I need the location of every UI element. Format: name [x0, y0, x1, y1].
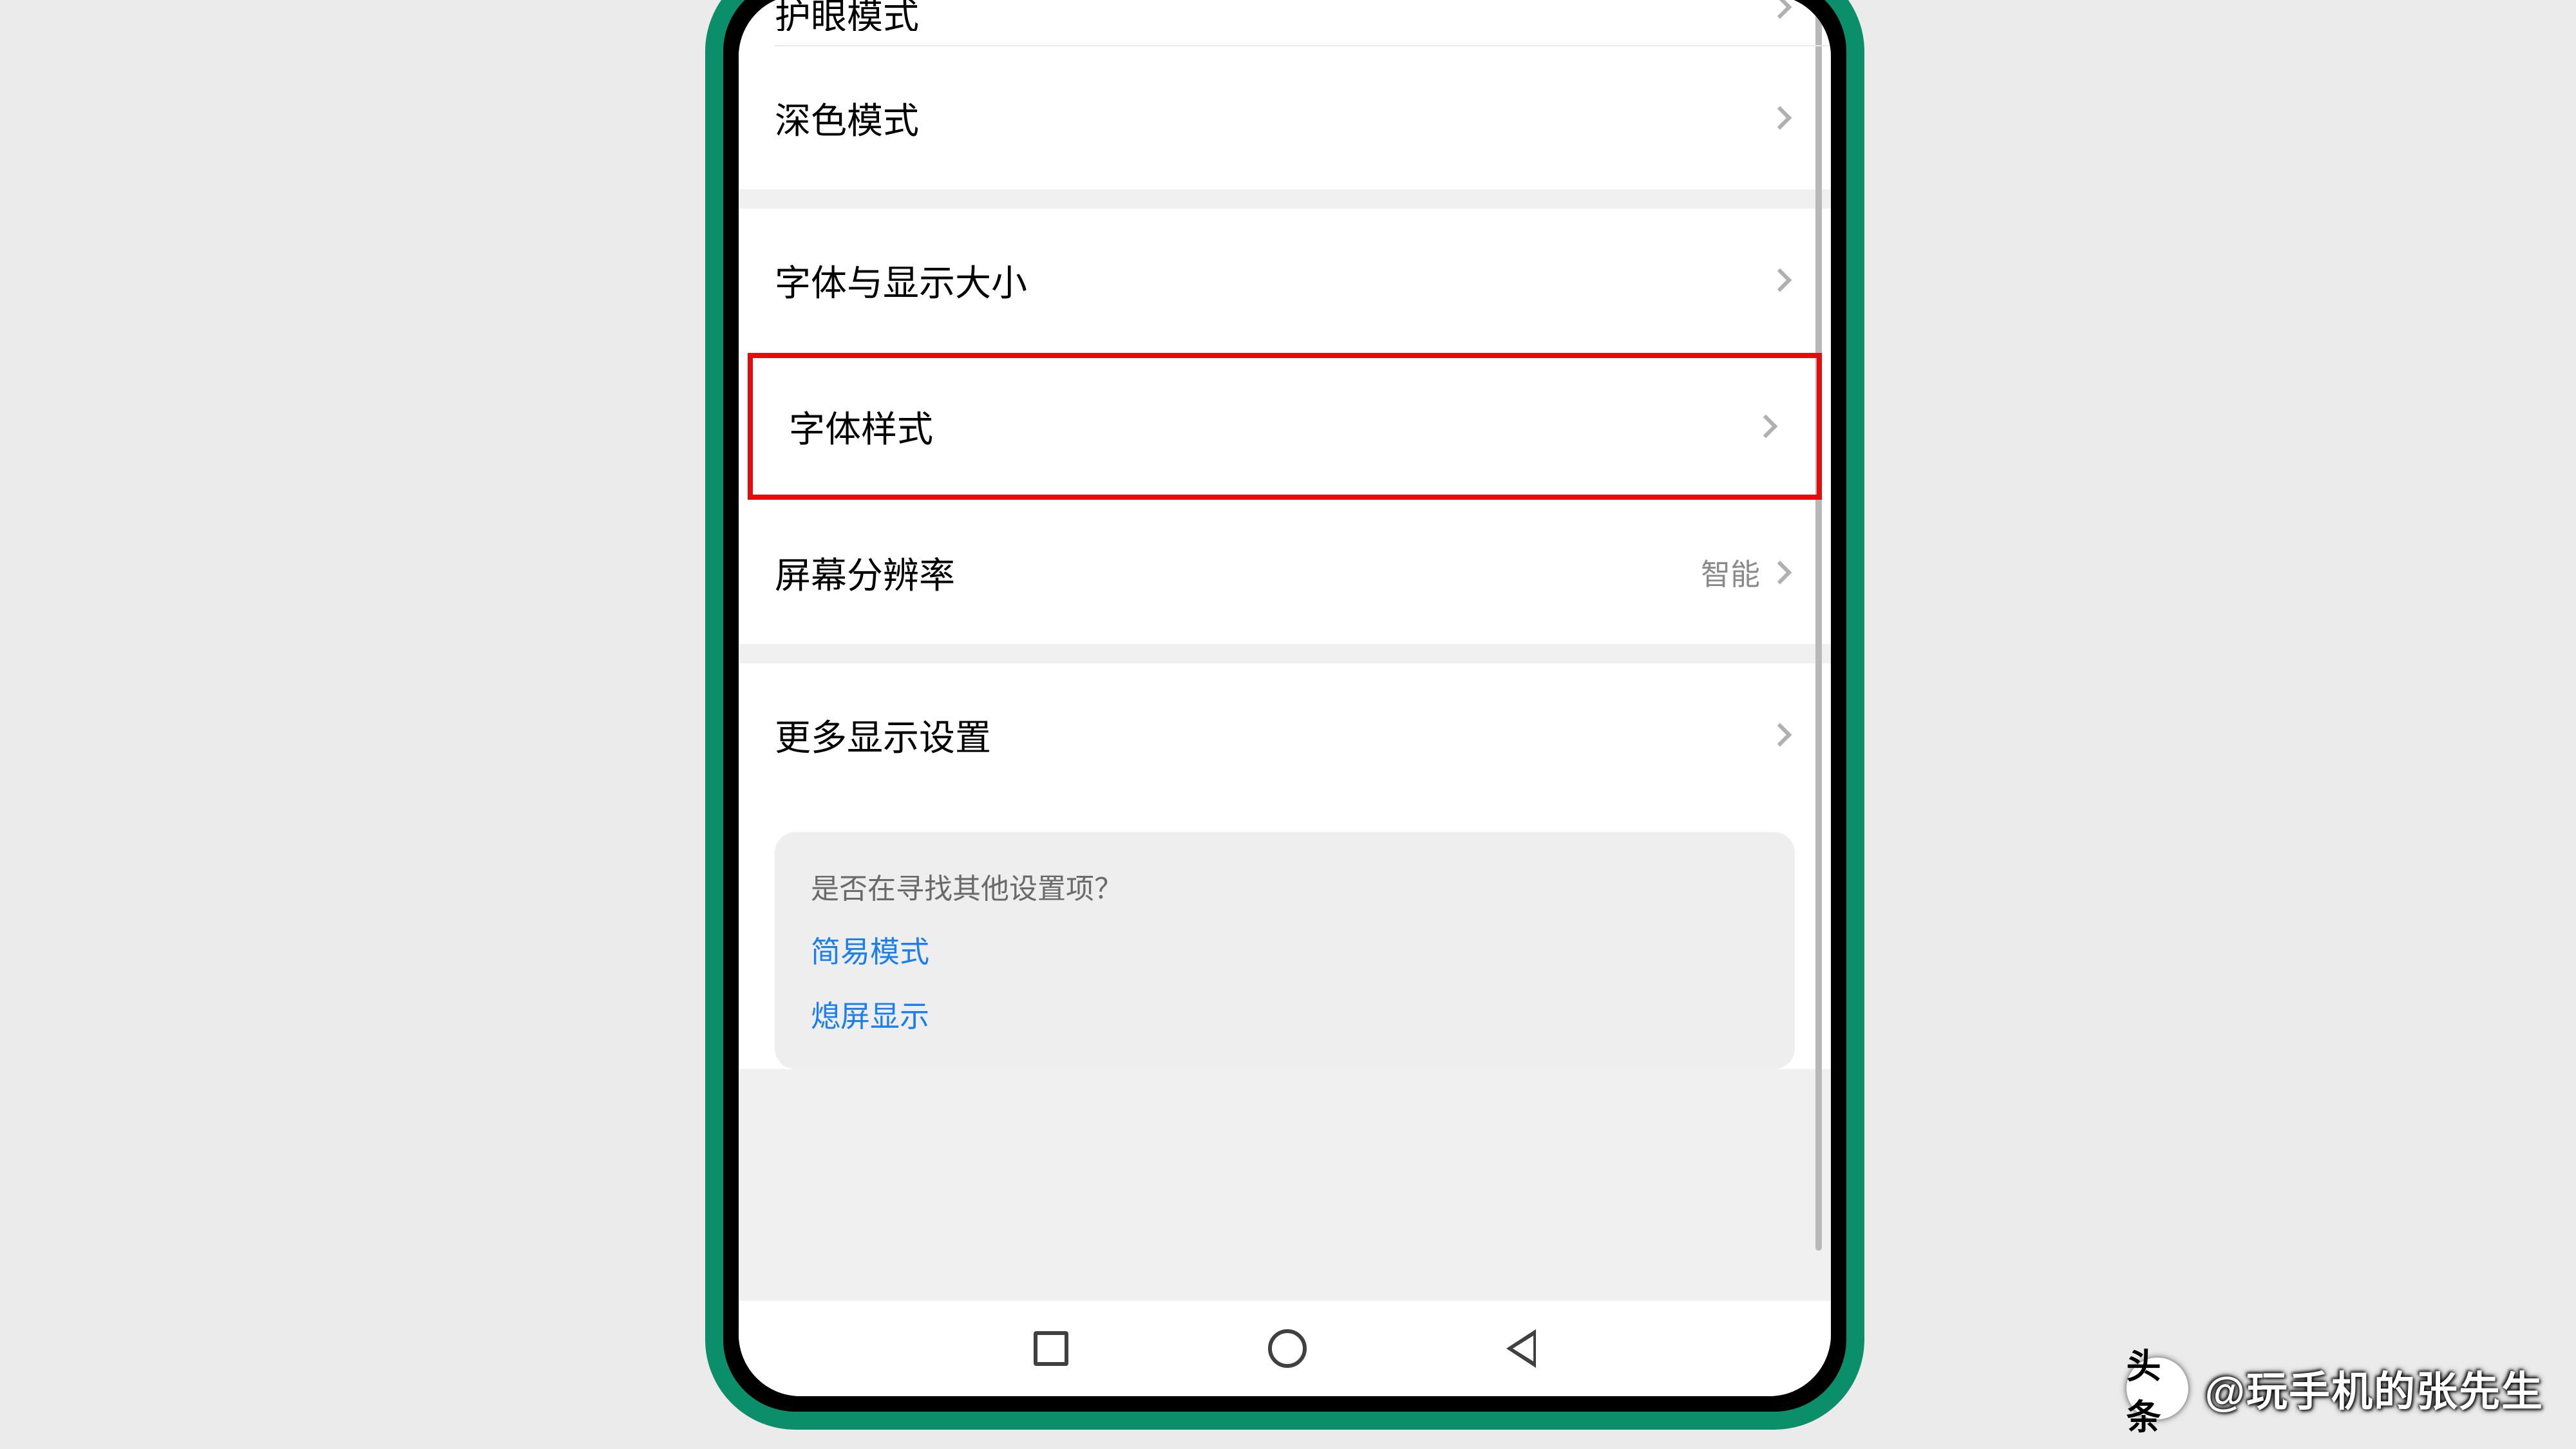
watermark-logo-icon: 头条	[2126, 1358, 2188, 1419]
chevron-right-icon	[1768, 723, 1792, 747]
settings-row-eye-protection[interactable]: 护眼模式	[739, 0, 1831, 46]
settings-group-3: 更多显示设置 是否在寻找其他设置项？ 简易模式 熄屏显示	[739, 663, 1831, 1069]
chevron-right-icon	[1768, 269, 1792, 292]
watermark: 头条 @玩手机的张先生	[2126, 1358, 2544, 1419]
settings-row-dark-mode[interactable]: 深色模式	[739, 46, 1831, 189]
power-button	[1861, 95, 1864, 231]
suggestions-title: 是否在寻找其他设置项？	[811, 866, 1759, 907]
row-label: 更多显示设置	[775, 709, 991, 761]
settings-row-screen-resolution[interactable]: 屏幕分辨率 智能	[739, 501, 1831, 644]
watermark-text: @玩手机的张先生	[2205, 1359, 2544, 1418]
settings-group-1: 护眼模式 深色模式	[739, 0, 1831, 189]
navigation-bar	[739, 1301, 1831, 1396]
row-right: 智能	[1701, 551, 1795, 594]
row-label: 字体样式	[789, 401, 933, 453]
row-label: 字体与显示大小	[775, 254, 1027, 307]
settings-row-font-display-size[interactable]: 字体与显示大小	[739, 209, 1831, 352]
chevron-right-icon	[1768, 106, 1792, 130]
chevron-right-icon	[1754, 415, 1778, 439]
row-label: 护眼模式	[775, 0, 919, 31]
settings-group-2: 字体与显示大小 字体样式 屏幕分辨率 智能	[739, 209, 1831, 644]
suggestion-link-aod[interactable]: 熄屏显示	[811, 993, 1759, 1036]
row-label: 深色模式	[775, 92, 919, 144]
settings-row-font-style[interactable]: 字体样式	[748, 353, 1822, 500]
row-right	[1772, 726, 1795, 743]
phone-frame: 护眼模式 深色模式	[705, 0, 1864, 1430]
row-right	[1772, 109, 1795, 126]
phone-screen: 护眼模式 深色模式	[739, 0, 1831, 1396]
settings-row-more-display[interactable]: 更多显示设置	[739, 663, 1831, 806]
suggestion-link-simple-mode[interactable]: 简易模式	[811, 929, 1759, 971]
recent-apps-icon[interactable]	[1034, 1331, 1068, 1366]
chevron-right-icon	[1768, 561, 1792, 585]
row-right	[1757, 418, 1781, 435]
watermark-logo-text: 头条	[2126, 1338, 2188, 1439]
row-right	[1772, 272, 1795, 289]
suggestions-box: 是否在寻找其他设置项？ 简易模式 熄屏显示	[775, 832, 1795, 1069]
row-right	[1772, 0, 1795, 15]
phone-bezel: 护眼模式 深色模式	[730, 0, 1840, 1405]
row-value: 智能	[1701, 551, 1760, 594]
chevron-right-icon	[1768, 0, 1792, 19]
row-label: 屏幕分辨率	[775, 547, 955, 599]
home-icon[interactable]	[1268, 1329, 1307, 1368]
settings-content: 护眼模式 深色模式	[739, 0, 1831, 1301]
back-icon[interactable]	[1506, 1329, 1536, 1368]
